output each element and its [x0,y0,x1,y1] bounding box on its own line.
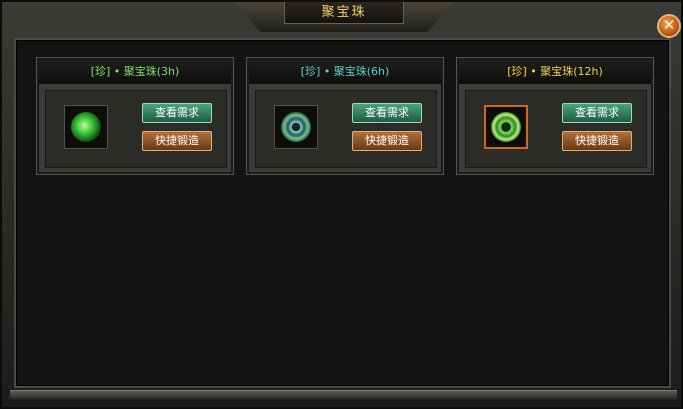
quick-forge-button[interactable]: 快捷锻造 [562,131,632,151]
quick-forge-button[interactable]: 快捷锻造 [352,131,422,151]
view-requirements-button[interactable]: 查看需求 [352,103,422,123]
bottom-frame [10,390,677,399]
quick-forge-button[interactable]: 快捷锻造 [142,131,212,151]
item-slot[interactable] [484,105,528,149]
item-card-body: 查看需求 快捷锻造 [255,90,437,168]
item-card-body: 查看需求 快捷锻造 [465,90,647,168]
item-card-title: [珍] • 聚宝珠(6h) [249,60,441,84]
item-card-12h: [珍] • 聚宝珠(12h) 查看需求 快捷锻造 [457,58,653,174]
blue-rune-orb-icon [281,112,311,142]
item-slot[interactable] [274,105,318,149]
dialog-window: 聚宝珠 ✕ [珍] • 聚宝珠(3h) 查看需求 快捷锻造 [珍] • 聚宝珠(… [0,0,683,409]
view-requirements-button[interactable]: 查看需求 [562,103,632,123]
item-card-body: 查看需求 快捷锻造 [45,90,227,168]
item-card-3h: [珍] • 聚宝珠(3h) 查看需求 快捷锻造 [37,58,233,174]
green-orb-icon [71,112,101,142]
dragon-orb-icon [491,112,521,142]
close-button[interactable]: ✕ [657,14,681,38]
item-card-6h: [珍] • 聚宝珠(6h) 查看需求 快捷锻造 [247,58,443,174]
view-requirements-button[interactable]: 查看需求 [142,103,212,123]
item-card-title: [珍] • 聚宝珠(3h) [39,60,231,84]
window-title: 聚宝珠 [284,2,404,24]
item-card-title: [珍] • 聚宝珠(12h) [459,60,651,84]
item-slot[interactable] [64,105,108,149]
